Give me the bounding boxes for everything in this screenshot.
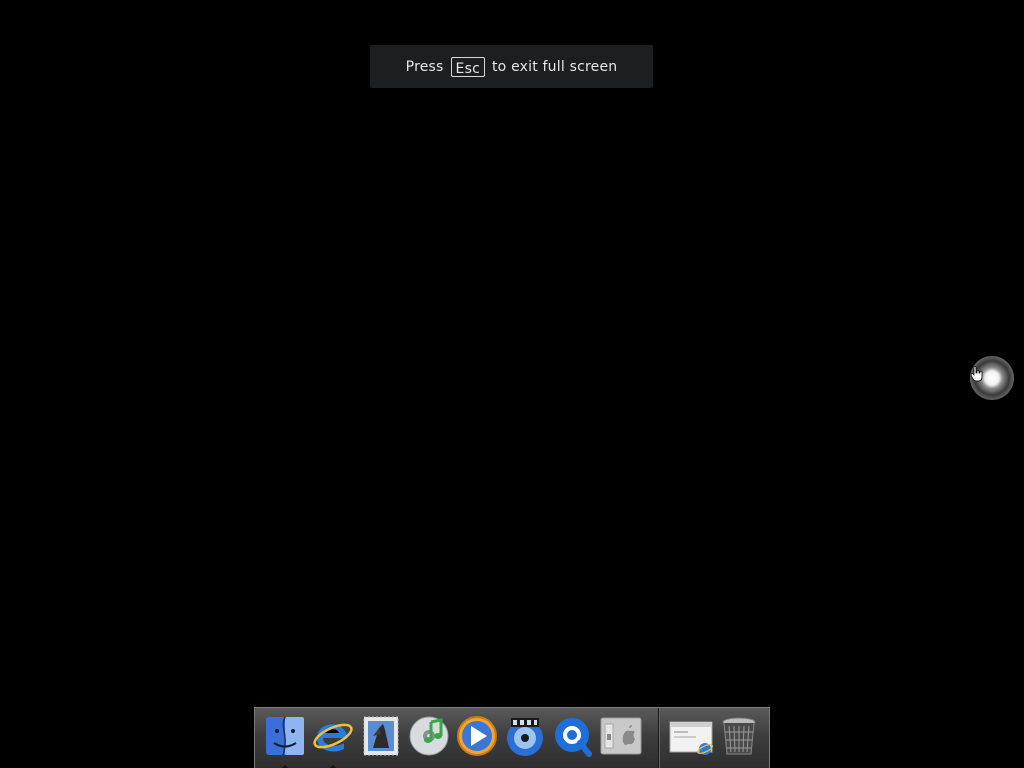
- dock-item-media-player[interactable]: [455, 714, 499, 758]
- media-player-icon: [457, 716, 497, 756]
- dvd-icon: [507, 718, 543, 756]
- dock-item-internet-explorer[interactable]: [311, 714, 355, 768]
- quicktime-icon: [555, 718, 592, 757]
- banner-prefix-text: Press: [405, 58, 444, 75]
- dock-item-finder[interactable]: [263, 714, 307, 768]
- fullscreen-exit-banner: Press Esc to exit full screen: [370, 45, 653, 88]
- hand-cursor-icon: [971, 366, 983, 382]
- dock-divider: [658, 708, 659, 768]
- dock-item-mail[interactable]: [359, 714, 403, 758]
- dock-item-itunes[interactable]: [407, 714, 451, 758]
- system-preferences-icon: [600, 717, 642, 755]
- itunes-icon: [409, 716, 449, 756]
- dock-item-quicktime[interactable]: [551, 714, 595, 758]
- mail-stamp-icon: [363, 716, 399, 756]
- finder-icon: [266, 716, 304, 756]
- dock-item-system-preferences[interactable]: [599, 714, 643, 758]
- minimized-window-icon: [669, 721, 713, 755]
- dock-item-minimized-window[interactable]: [669, 714, 713, 758]
- dock-item-trash[interactable]: [717, 714, 761, 758]
- dock: [254, 707, 770, 768]
- trash-icon: [722, 717, 756, 755]
- fullscreen-desktop: Press Esc to exit full screen: [0, 0, 1024, 768]
- banner-suffix-text: to exit full screen: [491, 58, 618, 75]
- dock-item-dvd[interactable]: [503, 714, 547, 758]
- esc-key-label: Esc: [450, 56, 485, 77]
- internet-explorer-icon: [313, 723, 353, 752]
